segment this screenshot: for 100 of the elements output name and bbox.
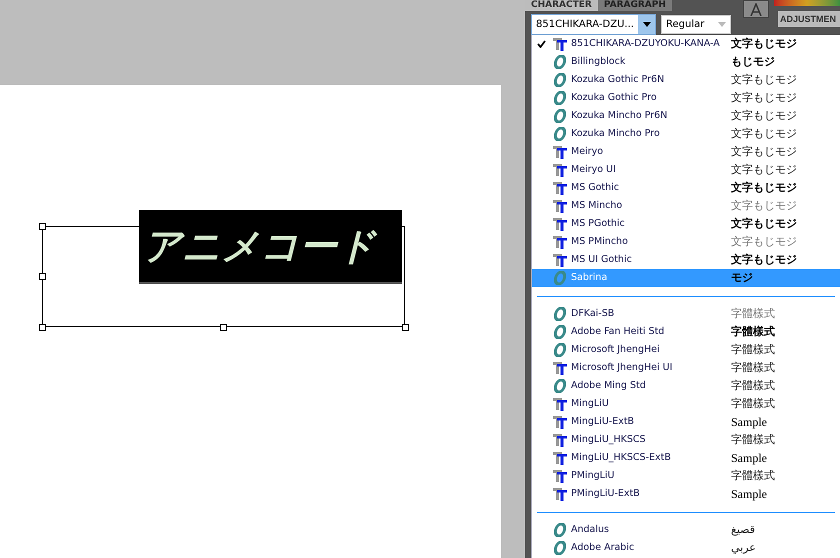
letter-t-icon bbox=[553, 145, 567, 159]
font-name: MingLiU-ExtB bbox=[570, 414, 636, 429]
font-menu-item[interactable]: MingLiU-ExtB Sample bbox=[532, 413, 840, 431]
font-menu-item[interactable]: DFKai-SB 字體樣式 bbox=[532, 305, 840, 323]
font-name: Meiryo bbox=[570, 144, 604, 159]
font-menu-item[interactable]: MS UI Gothic 文字もじモジ bbox=[532, 251, 840, 269]
letter-o-icon bbox=[554, 271, 566, 285]
font-menu-item[interactable]: Adobe Fan Heiti Std 字體樣式 bbox=[532, 323, 840, 341]
letter-t-icon bbox=[553, 397, 567, 411]
font-menu-item[interactable]: 851CHIKARA-DZUYOKU-KANA-A 文字もじモジ bbox=[532, 35, 840, 53]
font-name: MingLiU_HKSCS-ExtB bbox=[570, 450, 672, 465]
font-sample: Sample bbox=[731, 414, 767, 431]
selection-handle[interactable] bbox=[39, 273, 46, 280]
selected-text: アニメコード bbox=[139, 210, 402, 284]
font-name: MS UI Gothic bbox=[570, 252, 633, 267]
font-menu-item[interactable]: PMingLiU 字體樣式 bbox=[532, 467, 840, 485]
font-name: Adobe Arabic bbox=[570, 540, 636, 555]
font-sample: عربي bbox=[731, 540, 756, 556]
font-name: Kozuka Mincho Pro bbox=[570, 126, 661, 141]
font-name: Meiryo UI bbox=[570, 162, 617, 177]
font-name: Kozuka Gothic Pr6N bbox=[570, 72, 666, 87]
font-name: MS Gothic bbox=[570, 180, 620, 195]
letter-t-icon bbox=[553, 253, 567, 267]
letter-t-icon bbox=[553, 217, 567, 231]
font-name: DFKai-SB bbox=[570, 306, 616, 321]
font-menu-item[interactable]: Kozuka Gothic Pro 文字もじモジ bbox=[532, 89, 840, 107]
font-sample: 字體樣式 bbox=[731, 306, 775, 322]
font-menu-item[interactable]: MingLiU 字體樣式 bbox=[532, 395, 840, 413]
font-menu-item[interactable]: Kozuka Gothic Pr6N 文字もじモジ bbox=[532, 71, 840, 89]
font-sample: 文字もじモジ bbox=[731, 198, 797, 214]
panel-tab[interactable]: PARAGRAPH bbox=[598, 0, 672, 11]
font-style-field[interactable]: Regular bbox=[661, 15, 731, 34]
font-menu-item[interactable]: MS Gothic 文字もじモジ bbox=[532, 179, 840, 197]
font-name: Kozuka Mincho Pr6N bbox=[570, 108, 668, 123]
panel-tab[interactable]: CHARACTER bbox=[525, 0, 598, 11]
font-sample: 文字もじモジ bbox=[731, 216, 797, 232]
font-name: Microsoft JhengHei UI bbox=[570, 360, 674, 375]
letter-t-icon bbox=[553, 415, 567, 429]
font-menu-item[interactable]: MingLiU_HKSCS-ExtB Sample bbox=[532, 449, 840, 467]
font-sample: もじモジ bbox=[731, 54, 775, 70]
color-ramp bbox=[774, 0, 840, 6]
font-name: Kozuka Gothic Pro bbox=[570, 90, 658, 105]
letter-icon bbox=[750, 2, 762, 16]
font-menu-item[interactable]: Adobe Ming Std 字體樣式 bbox=[532, 377, 840, 395]
font-menu-item[interactable]: Microsoft JhengHei UI 字體樣式 bbox=[532, 359, 840, 377]
font-menu-item[interactable]: Kozuka Mincho Pr6N 文字もじモジ bbox=[532, 107, 840, 125]
font-family-field[interactable]: 851CHIKARA-DZU... bbox=[531, 14, 656, 35]
font-menu-item[interactable]: Meiryo UI 文字もじモジ bbox=[532, 161, 840, 179]
caret-icon bbox=[718, 22, 726, 27]
dropdown-button[interactable] bbox=[638, 15, 655, 34]
letter-o-icon bbox=[554, 55, 566, 69]
font-sample: 文字もじモジ bbox=[731, 126, 797, 142]
caret-icon bbox=[642, 22, 650, 27]
selection-handle[interactable] bbox=[220, 324, 227, 331]
letter-t-icon bbox=[553, 37, 567, 51]
font-sample: Sample bbox=[731, 486, 767, 503]
font-sample: 字體樣式 bbox=[731, 324, 775, 340]
adjustments-tab[interactable]: ADJUSTMEN bbox=[778, 11, 840, 27]
font-sample: 文字もじモジ bbox=[731, 252, 797, 268]
font-name: PMingLiU-ExtB bbox=[570, 486, 641, 501]
font-sample: قصيغ bbox=[731, 522, 755, 538]
letter-t-icon bbox=[553, 433, 567, 447]
font-menu-item[interactable]: Meiryo 文字もじモジ bbox=[532, 143, 840, 161]
selection-handle[interactable] bbox=[402, 324, 409, 331]
letter-t-icon bbox=[553, 163, 567, 177]
font-sample: 字體樣式 bbox=[731, 360, 775, 376]
character-panel-button[interactable] bbox=[743, 0, 769, 18]
font-menu-item[interactable]: MS Mincho 文字もじモジ bbox=[532, 197, 840, 215]
selection-handle[interactable] bbox=[39, 324, 46, 331]
font-sample: 字體樣式 bbox=[731, 432, 775, 448]
letter-o-icon bbox=[554, 523, 566, 537]
font-sample: 文字もじモジ bbox=[731, 108, 797, 124]
font-menu-item[interactable]: Sabrina モジ bbox=[532, 269, 840, 287]
letter-o-icon bbox=[554, 343, 566, 357]
font-sample: 文字もじモジ bbox=[731, 90, 797, 106]
font-name: Adobe Fan Heiti Std bbox=[570, 324, 666, 339]
selection-handle[interactable] bbox=[39, 223, 46, 230]
font-menu-item[interactable]: MingLiU_HKSCS 字體樣式 bbox=[532, 431, 840, 449]
letter-o-icon bbox=[554, 307, 566, 321]
font-sample: 文字もじモジ bbox=[731, 180, 797, 196]
font-menu-item[interactable]: Kozuka Mincho Pro 文字もじモジ bbox=[532, 125, 840, 143]
letter-o-icon bbox=[554, 127, 566, 141]
font-sample: 字體樣式 bbox=[731, 396, 775, 412]
font-sample: 文字もじモジ bbox=[731, 36, 797, 52]
font-menu-item[interactable]: Microsoft JhengHei 字體樣式 bbox=[532, 341, 840, 359]
letter-t-icon bbox=[553, 361, 567, 375]
font-menu-item[interactable]: Billingblock もじモジ bbox=[532, 53, 840, 71]
font-sample: 文字もじモジ bbox=[731, 72, 797, 88]
font-sample: 字體樣式 bbox=[731, 468, 775, 484]
letter-o-icon bbox=[554, 541, 566, 555]
font-sample: 字體樣式 bbox=[731, 342, 775, 358]
letter-o-icon bbox=[554, 379, 566, 393]
font-name: MS PMincho bbox=[570, 234, 629, 249]
font-menu-item[interactable]: MS PGothic 文字もじモジ bbox=[532, 215, 840, 233]
font-sample: 文字もじモジ bbox=[731, 144, 797, 160]
font-sample: モジ bbox=[731, 270, 753, 286]
font-name: 851CHIKARA-DZUYOKU-KANA-A bbox=[570, 36, 721, 51]
font-name: MS PGothic bbox=[570, 216, 626, 231]
font-menu-item[interactable]: PMingLiU-ExtB Sample bbox=[532, 485, 840, 503]
font-menu-item[interactable]: MS PMincho 文字もじモジ bbox=[532, 233, 840, 251]
